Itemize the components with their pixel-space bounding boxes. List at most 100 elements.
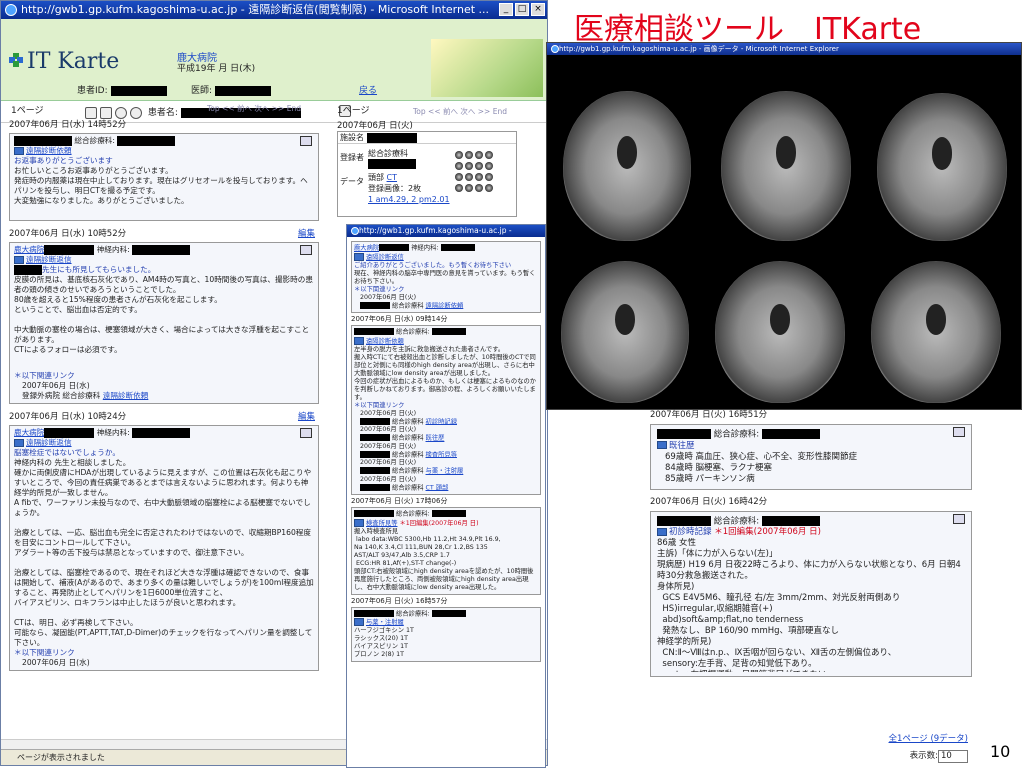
ct-thumbnails[interactable] [454,150,500,194]
popup-e4-body: ハーフジゴキシン 1T ラシックス(20) 1T バイアスピリン 1T プロノン… [354,627,414,658]
rl-e1-kind[interactable]: 既往歴 [669,441,695,451]
page-number: 10 [990,742,1011,761]
popup-e2-date: 2007年06月 日(水) 09時14分 [351,315,448,323]
popup-e3-body: 搬入時検査所見 labo data:WBC 5300,Hb 11.2,Ht 34… [354,527,534,591]
rl-e2-edit: ＊1回編集(2007年06月 日) [714,527,821,537]
entry-3-date: 2007年06月 日(水) 10時24分 [9,412,127,422]
doc-icon [354,518,364,527]
entry-3-body: 神経内科の 先生と相談しました。 確かに両側皮膚にHDAが出現しているように見え… [14,458,314,647]
entry-2-related: ＊以下関連リンク [14,371,75,380]
entry-2-edit-link[interactable]: 編集 [298,227,315,239]
left-entry-column: 2007年06月 日(水) 14時52分 総合診療科: 遠隔診断依頼 お返事あり… [5,115,323,739]
rl-count-label: 表示数: [909,751,938,761]
entry-2-rel-link[interactable]: 遠隔診断依頼 [103,391,149,400]
popup-e1-kind[interactable]: 遠隔診断返信 [366,254,404,261]
entry-2-subtitle: 先生にも所見してもらいました。 [42,265,156,274]
ct-scan-1[interactable] [563,91,691,241]
ct-link[interactable]: CT [387,173,397,182]
doc-icon [354,618,364,626]
left-pager[interactable]: Top << 前へ 次へ >> End [207,103,301,114]
header-art [431,39,543,97]
entry-1-card: 総合診療科: 遠隔診断依頼 お返事ありがとうございます お忙しいところお返事あり… [9,133,319,221]
popup-e2-dept: 総合診療科: [396,328,430,336]
minimize-button[interactable]: _ [499,3,513,16]
popup-e2-links: 2007年06月 日(火) 総合診療科 初診時記録 2007年06月 日(火) … [354,410,538,493]
rl-e1-icon[interactable] [953,427,965,437]
doc-icon [657,527,667,536]
rl-count-select[interactable]: 10 [938,750,968,763]
ct-scan-4[interactable] [561,261,689,403]
entry-1-kind[interactable]: 遠隔診断依頼 [26,146,72,155]
ct-viewer-title: http://gwb1.gp.kufm.kagoshima-u.ac.jp - … [559,45,839,53]
ie-icon [351,227,359,235]
popup-entry-3: 総合診療科: 検査所見等 ＊1回編集(2007年06月 日) 搬入時検査所見 l… [351,507,541,595]
entry-3-subtitle: 脳塞栓症ではないでしょうか。 [14,448,120,457]
doc-icon [14,256,24,264]
image-entry-card: 施設名 登録者 総合診療科 データ 頭部 CT 登録画像：2枚 1 am4.29, … [337,131,517,217]
entry-3-icon[interactable] [300,428,312,438]
doc-icon [354,252,364,261]
popup-e4-dept: 総合診療科: [396,610,430,617]
reg-label: 施設名 [340,133,364,142]
close-button[interactable]: × [531,3,545,16]
status-text: ページが表示されました [17,753,105,762]
ct-scan-3[interactable] [877,93,1007,241]
top-pager[interactable]: Top << 前へ 次へ >> End [413,106,507,117]
img-link[interactable]: 1 am4.29, 2 pm2.01 [368,195,450,204]
entry-2-rel-org: 登録外病院 総合診療科 [22,391,101,400]
entry-3-rel-date: 2007年06月 日(水) [22,658,90,667]
ct-viewer-titlebar: http://gwb1.gp.kufm.kagoshima-u.ac.jp - … [547,43,1021,55]
ct-scan-6[interactable] [871,261,1001,403]
entry-1-icon[interactable] [300,136,312,146]
entry-2-date-row: 2007年06月 日(水) 10時52分 編集 [5,224,323,239]
img-count: 登録画像：2枚 [368,184,422,193]
popup-e1-rel-dept: 総合診療科 [392,302,424,309]
entry-1-dept: 総合診療科: [74,136,115,145]
rl-e2-kind[interactable]: 初診時記録 [669,527,712,537]
header-date: 平成19年 月 日(木) [177,64,256,74]
ie-icon [551,45,559,53]
popup-e4-date: 2007年06月 日(火) 16時57分 [351,596,448,605]
ct-scan-2[interactable] [721,91,851,241]
entry-2-org[interactable]: 鹿大病院 [14,245,44,254]
back-link[interactable]: 戻る [359,83,377,96]
popup-entry-4: 総合診療科: 与薬・注射履 ハーフジゴキシン 1T ラシックス(20) 1T バ… [351,606,541,662]
head-label: 頭部 [368,173,384,182]
ct-scan-5[interactable] [715,261,845,403]
entry-2-icon[interactable] [300,245,312,255]
entry-2-dept: 神経内科: [96,245,130,254]
reg-dept: 総合診療科 [368,149,408,158]
rl-footer-pages[interactable]: 全1ページ (9データ) [889,734,968,745]
rl-entry-1: 総合診療科: 既往歴 69歳時 高血圧、狭心症、心不全、変形性膝関節症 84歳時… [650,424,972,490]
rl-e2-dept: 総合診療科: [713,516,760,526]
entry-2-body: 皮膜の所見は、基底核石灰化であり、AM4時の写真と、10時間後の写真は、撮影時の… [14,275,313,354]
popup-e2-rel: ＊以下関連リンク [354,401,405,409]
popup-link-row: 2007年06月 日(火) 総合診療科 初診時記録 [360,409,457,425]
rl-e2-icon[interactable] [953,513,965,524]
entry-3-org[interactable]: 鹿大病院 [14,428,44,437]
doc-icon [657,441,667,449]
entry-1-subtitle: お返事ありがとうございます [14,156,113,165]
popup-e2-kind[interactable]: 遠隔診断依頼 [366,338,404,345]
entry-2-kind[interactable]: 遠隔診断返信 [26,255,72,264]
right-date: 2007年06月 日(火) [337,121,413,131]
maximize-button[interactable]: □ [515,3,529,16]
entry-3-kind[interactable]: 遠隔診断返信 [26,438,72,447]
rl-e2-body: 86歳 女性 主訴)「体に力が入らない(左)」 現病歴) H19 6月 日夜22… [657,538,961,672]
popup-e3-dept: 総合診療科: [396,510,430,518]
reg2-label: 登録者 [340,153,364,162]
popup-e1-rel-link[interactable]: 遠隔診断依頼 [426,302,464,309]
doctor-label: 医師: [191,86,213,96]
ct-viewer-window: http://gwb1.gp.kufm.kagoshima-u.ac.jp - … [546,42,1022,410]
entry-3-edit-link[interactable]: 編集 [298,410,315,422]
entry-3-related: ＊以下関連リンク [14,648,75,657]
rl-e2-date: 2007年06月 日(火) 16時42分 [650,496,768,507]
popup-entry-2: 総合診療科: 遠隔診断依頼 左半身の脱力を主訴に救急搬送された患者さんです。 搬… [351,325,541,495]
entry-1-body: お忙しいところお返事ありがとうございます。 発症時の内服薬は現在中止しております… [14,166,308,205]
popup-e4-kind[interactable]: 与薬・注射履 [366,619,404,626]
entry-2-date: 2007年06月 日(水) 10時52分 [9,229,127,239]
data-label: データ [340,177,364,186]
popup-e1-org[interactable]: 鹿大病院 [354,245,379,252]
popup-e1-sub: ご紹介ありがとうございました。もう暫くお待ち下さい [354,261,512,269]
popup-e3-kind[interactable]: 検査所見等 [366,520,397,527]
